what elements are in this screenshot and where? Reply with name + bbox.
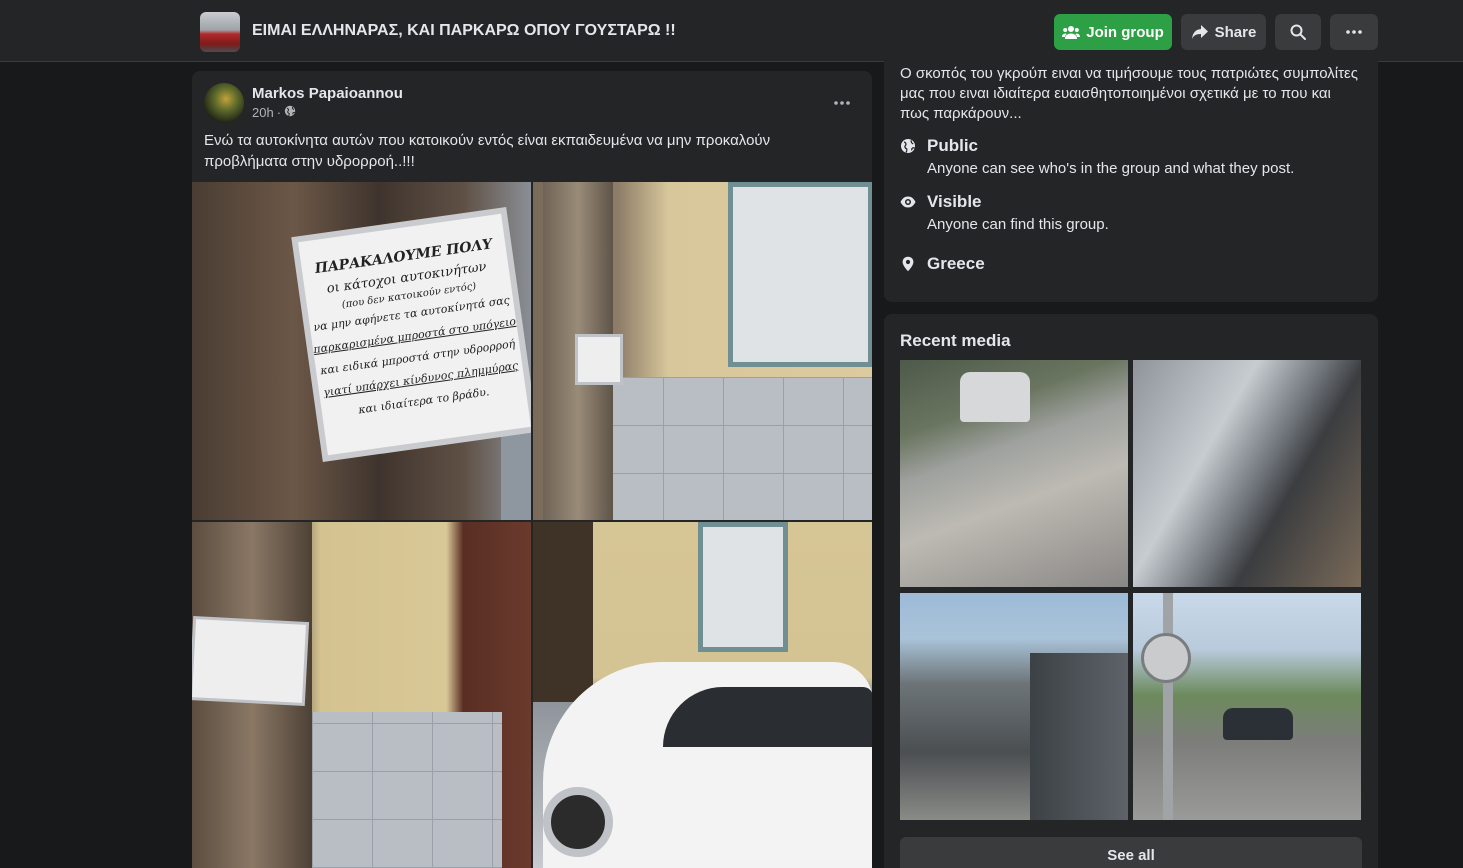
recent-media-thumbnail[interactable] [1133, 360, 1361, 587]
post-photo-4[interactable] [533, 522, 872, 868]
search-button[interactable] [1275, 14, 1321, 50]
recent-media-thumbnail[interactable] [1133, 593, 1361, 820]
privacy-title: Public [927, 136, 979, 155]
see-all-button[interactable]: See all [900, 837, 1362, 868]
window [728, 182, 872, 367]
location-title[interactable]: Greece [927, 254, 985, 274]
post-photo-grid: ΠΑΡΑΚΑΛΟΥΜΕ ΠΟΛΥ οι κάτοχοι αυτοκινήτων … [192, 182, 872, 868]
more-horizontal-icon [834, 92, 850, 110]
small-sign [192, 619, 306, 703]
join-group-button[interactable]: Join group [1054, 14, 1172, 50]
post-timestamp[interactable]: 20h [252, 105, 274, 120]
location-pin-icon [900, 256, 918, 274]
window [698, 522, 788, 652]
doorway [533, 522, 593, 702]
group-icon [1062, 24, 1081, 40]
share-label: Share [1214, 23, 1257, 41]
share-arrow-icon [1191, 24, 1209, 40]
post-photo-2[interactable] [533, 182, 872, 520]
post-options-button[interactable] [828, 89, 856, 113]
tiled-wall [603, 377, 872, 520]
more-options-button[interactable] [1330, 14, 1378, 50]
meta-separator: · [276, 105, 282, 120]
tiled-wall [312, 712, 502, 868]
sign-pole [1163, 593, 1173, 820]
author-avatar[interactable] [204, 83, 244, 123]
recent-media-thumbnail[interactable] [900, 360, 1128, 587]
visibility-description: Anyone can find this group. [927, 216, 1109, 233]
privacy-description: Anyone can see who's in the group and wh… [927, 160, 1295, 177]
eye-icon [900, 194, 918, 212]
small-sign [578, 337, 620, 382]
car-window [663, 687, 872, 747]
wall-fragment [501, 432, 531, 520]
post-author-name[interactable]: Markos Papaioannou [252, 85, 403, 102]
group-title[interactable]: ΕΙΜΑΙ ΕΛΛΗΝΑΡΑΣ, ΚΑΙ ΠΑΡΚΑΡΩ ΟΠΟΥ ΓΟΥΣΤΑ… [252, 22, 676, 40]
feed-post: Markos Papaioannou 20h · Ενώ τα αυτοκίνη… [192, 71, 872, 868]
join-group-label: Join group [1086, 23, 1164, 41]
more-horizontal-icon [1346, 30, 1362, 34]
post-photo-1[interactable]: ΠΑΡΑΚΑΛΟΥΜΕ ΠΟΛΥ οι κάτοχοι αυτοκινήτων … [192, 182, 531, 520]
share-button[interactable]: Share [1181, 14, 1266, 50]
recent-media-card: Recent media See all [884, 314, 1378, 868]
post-meta: 20h · [252, 105, 296, 120]
recent-media-thumbnail[interactable] [900, 593, 1128, 820]
car-wheel [543, 787, 613, 857]
group-description: Ο σκοπός του γκρούπ ειναι να τιμήσουμε τ… [900, 65, 1358, 122]
visibility-title: Visible [927, 192, 982, 211]
recent-media-title: Recent media [900, 331, 1011, 350]
road-sign [1141, 633, 1191, 683]
search-icon [1290, 24, 1306, 40]
globe-icon [900, 138, 918, 156]
group-cover-thumbnail[interactable] [200, 12, 240, 52]
group-header-bar: ΕΙΜΑΙ ΕΛΛΗΝΑΡΑΣ, ΚΑΙ ΠΑΡΚΑΡΩ ΟΠΟΥ ΓΟΥΣΤΑ… [0, 0, 1463, 62]
about-card: Ο σκοπός του γκρούπ ειναι να τιμήσουμε τ… [884, 56, 1378, 302]
warning-sign: ΠΑΡΑΚΑΛΟΥΜΕ ΠΟΛΥ οι κάτοχοι αυτοκινήτων … [298, 213, 531, 456]
post-text: Ενώ τα αυτοκίνητα αυτών που κατοικούν εν… [204, 132, 771, 170]
parked-cars [1030, 653, 1128, 820]
parked-car [1223, 708, 1293, 740]
post-photo-3[interactable] [192, 522, 531, 868]
parked-car [960, 372, 1030, 422]
globe-icon [284, 105, 296, 120]
